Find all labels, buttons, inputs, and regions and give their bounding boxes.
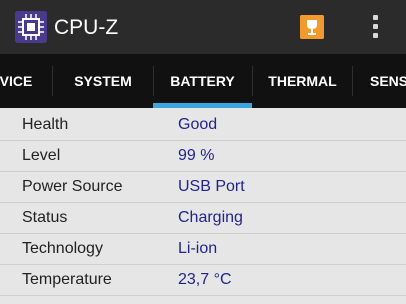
tab-divider (352, 66, 353, 96)
list-item-technology: Technology Li-ion (0, 234, 406, 265)
row-value: 99 % (178, 147, 215, 164)
row-label: Technology (22, 240, 103, 257)
row-label: Status (22, 209, 68, 226)
row-label: Level (22, 147, 61, 164)
list-item-power-source: Power Source USB Port (0, 172, 406, 203)
tab-thermal[interactable]: THERMAL (253, 54, 352, 108)
tab-battery[interactable]: BATTERY (153, 54, 252, 108)
row-value: Charging (178, 209, 243, 226)
tab-system[interactable]: SYSTEM (53, 54, 153, 108)
row-value: 23,7 °C (178, 271, 232, 288)
list-item-level: Level 99 % (0, 141, 406, 172)
tab-bar: VICE SYSTEM BATTERY THERMAL SENS (0, 54, 406, 108)
list-item-status: Status Charging (0, 203, 406, 234)
row-value: Li-ion (178, 240, 218, 257)
overflow-menu-icon[interactable] (368, 14, 382, 40)
list-item-health: Health Good (0, 110, 406, 141)
app-title: CPU-Z (54, 16, 119, 39)
row-divider (0, 295, 406, 296)
app-bar: CPU-Z (0, 0, 406, 54)
list-item-temperature: Temperature 23,7 °C (0, 265, 406, 296)
tab-sensors[interactable]: SENS (370, 54, 406, 108)
battery-info-list: Health Good Level 99 % Power Source USB … (0, 108, 406, 304)
row-label: Health (22, 116, 69, 133)
tab-device[interactable]: VICE (0, 54, 42, 108)
row-value: Good (178, 116, 218, 133)
cpu-chip-icon (15, 11, 47, 43)
row-label: Temperature (22, 271, 112, 288)
row-value: USB Port (178, 178, 245, 195)
trophy-icon[interactable] (300, 15, 324, 39)
row-label: Power Source (22, 178, 123, 195)
